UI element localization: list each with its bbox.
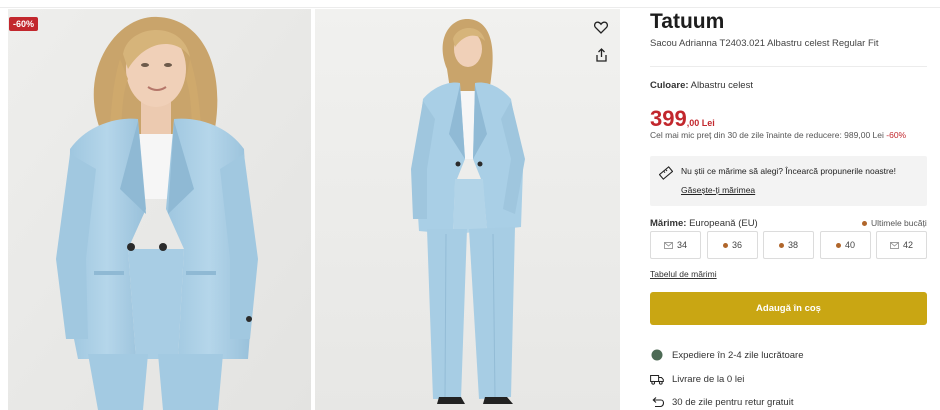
lowest-price-note: Cel mai mic preț din 30 de zile înainte …: [650, 130, 906, 140]
size-help-box: Nu știi ce mărime să alegi? Încearcă pro…: [650, 156, 927, 206]
last-items-text: Ultimele bucăți: [871, 218, 927, 228]
lowest-price-text: Cel mai mic preț din 30 de zile înainte …: [650, 130, 884, 140]
color-value: Albastru celest: [690, 80, 753, 91]
share-button[interactable]: [588, 44, 614, 66]
divider: [650, 66, 927, 67]
size-option-34[interactable]: 34: [650, 231, 701, 259]
feature-shipping: Expediere în 2-4 zile lucrătoare: [650, 347, 804, 363]
low-stock-dot-icon: [835, 242, 841, 248]
low-stock-dot-icon: [722, 242, 728, 248]
color-label: Culoare:: [650, 80, 689, 91]
size-option-label: 36: [731, 240, 742, 250]
price-decimal: ,00 Lei: [686, 118, 715, 128]
low-stock-dot-icon: [778, 242, 784, 248]
size-label-title: Mărime:: [650, 218, 687, 229]
wishlist-button[interactable]: [588, 16, 614, 38]
feature-text: Expediere în 2-4 zile lucrătoare: [672, 349, 804, 361]
size-option-label: 40: [844, 240, 855, 250]
size-option-36[interactable]: 36: [707, 231, 758, 259]
size-options: 34 36 38 40 42: [650, 231, 928, 259]
price-integer: 399: [650, 106, 687, 131]
header-divider: [0, 0, 940, 8]
feature-text: Livrare de la 0 lei: [672, 373, 745, 385]
lowest-price-discount: -60%: [886, 130, 907, 140]
color-info: Culoare: Albastru celest: [650, 80, 753, 91]
truck-icon: [650, 372, 664, 386]
low-stock-dot-icon: [862, 220, 867, 226]
mail-icon: [890, 241, 899, 249]
size-system: Europeană (EU): [689, 218, 758, 229]
size-option-label: 42: [902, 240, 913, 250]
last-items-legend: Ultimele bucăți: [862, 218, 927, 228]
size-option-40[interactable]: 40: [820, 231, 871, 259]
heart-icon: [594, 21, 608, 34]
size-option-38[interactable]: 38: [763, 231, 814, 259]
add-to-cart-button[interactable]: Adaugă în coș: [650, 292, 927, 325]
size-table-link[interactable]: Tabelul de mărimi: [650, 269, 717, 279]
find-size-link[interactable]: Găsește-ți mărimea: [681, 185, 755, 195]
discount-badge: -60%: [9, 17, 39, 31]
ruler-icon: [659, 166, 673, 180]
green-dot-icon: [650, 348, 664, 362]
size-help-text: Nu știi ce mărime să alegi? Încearcă pro…: [681, 166, 896, 176]
size-option-42[interactable]: 42: [876, 231, 927, 259]
size-option-label: 38: [787, 240, 798, 250]
brand-name[interactable]: Tatuum: [650, 10, 724, 34]
share-icon: [595, 48, 607, 62]
return-icon: [650, 395, 664, 409]
product-name: Sacou Adrianna T2403.021 Albastru celest…: [650, 38, 879, 49]
feature-delivery: Livrare de la 0 lei: [650, 371, 744, 387]
mail-icon: [664, 241, 673, 249]
price: 399,00 Lei: [650, 106, 715, 132]
product-photo-full[interactable]: [315, 9, 620, 410]
product-photo-closeup[interactable]: [8, 9, 311, 410]
feature-text: 30 de zile pentru retur gratuit: [672, 396, 794, 408]
size-label: Mărime: Europeană (EU): [650, 218, 758, 229]
size-option-label: 34: [676, 240, 687, 250]
feature-returns: 30 de zile pentru retur gratuit: [650, 394, 793, 410]
